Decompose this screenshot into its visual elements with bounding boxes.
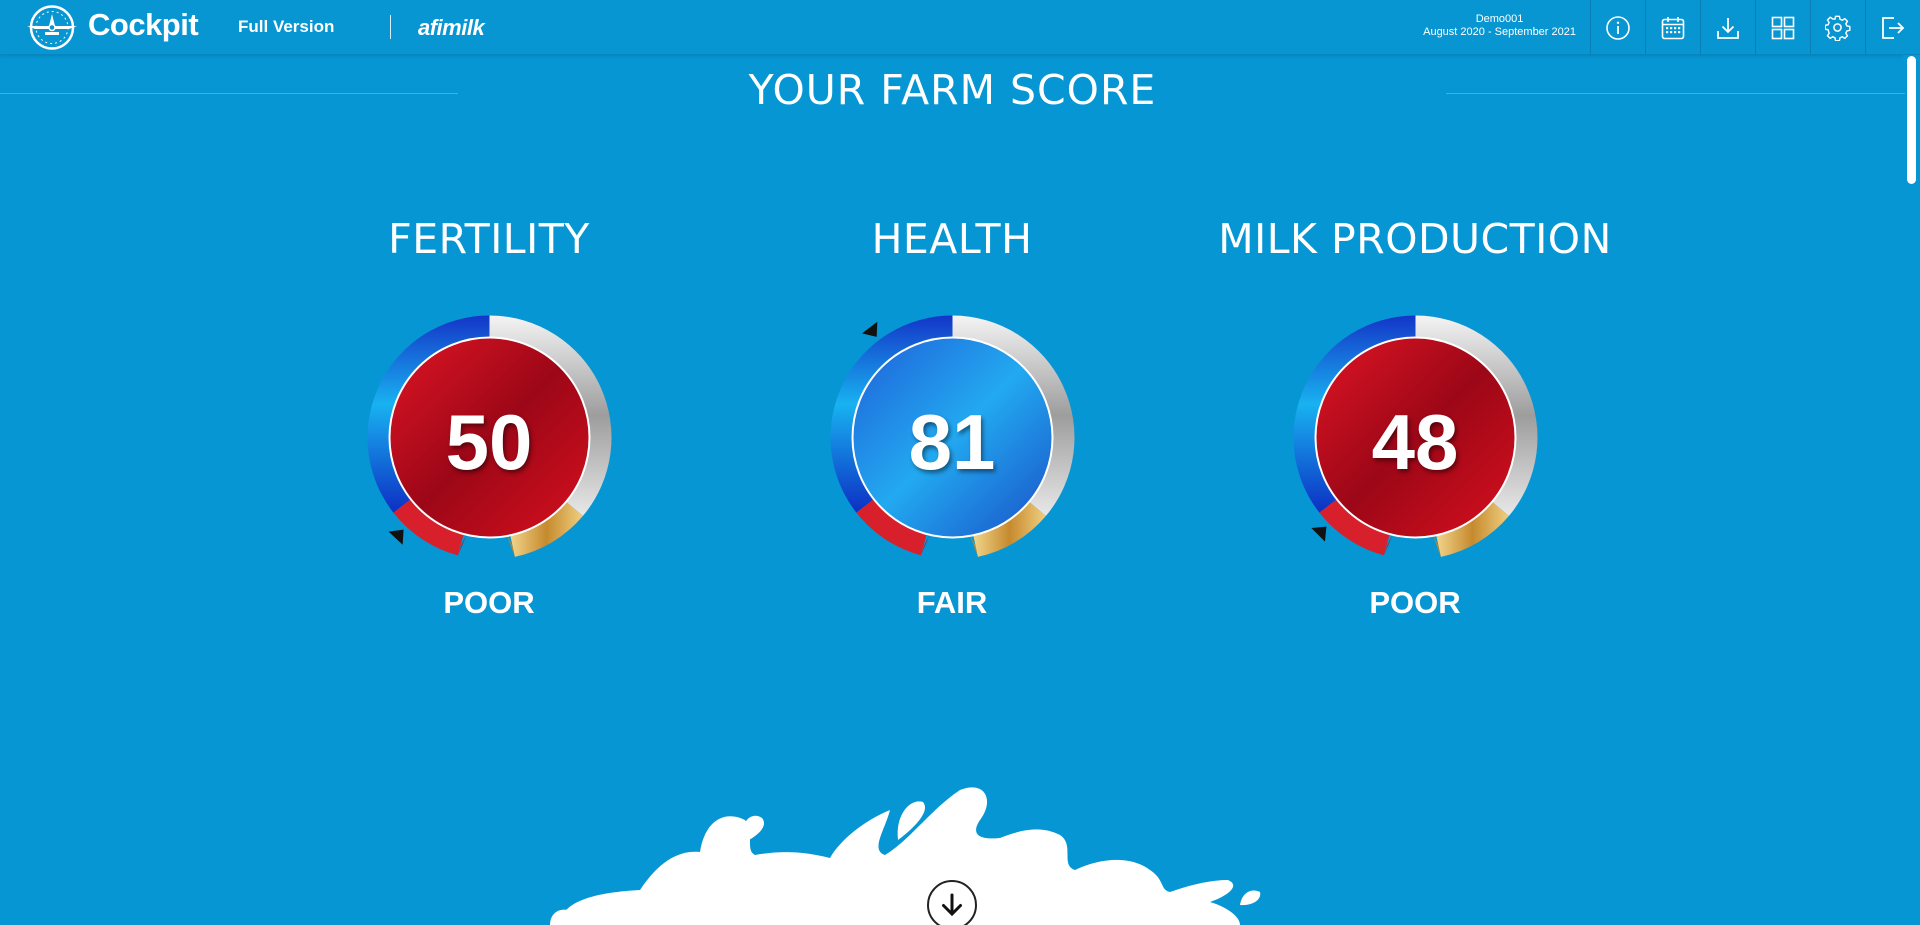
score-card-health[interactable]: HEALTH 81 FAIR	[742, 215, 1162, 621]
gauge-pointer-icon	[861, 321, 877, 337]
header-divider	[390, 15, 391, 39]
score-value: 81	[908, 398, 996, 486]
gear-icon	[1825, 15, 1851, 41]
farm-info[interactable]: Demo001 August 2020 - September 2021	[1423, 13, 1576, 39]
score-gauge[interactable]: 48	[1293, 315, 1538, 560]
info-button[interactable]	[1590, 0, 1645, 55]
score-gauge[interactable]: 50	[367, 315, 612, 560]
score-rating: POOR	[1369, 585, 1461, 620]
scrollbar-track[interactable]	[1903, 55, 1920, 925]
cockpit-logo-icon[interactable]	[25, 4, 79, 51]
logout-button[interactable]	[1865, 0, 1920, 55]
farm-name: Demo001	[1475, 13, 1524, 25]
dashboard-grid-button[interactable]	[1755, 0, 1810, 55]
score-rating: POOR	[443, 585, 535, 620]
score-rating: FAIR	[916, 585, 988, 620]
version-label: Full Version	[238, 17, 335, 36]
date-range: August 2020 - September 2021	[1423, 26, 1576, 38]
info-icon	[1606, 15, 1630, 40]
grid-icon	[1771, 16, 1795, 39]
logout-icon	[1882, 16, 1905, 39]
afimilk-logo[interactable]: afimilk	[418, 15, 485, 41]
calendar-button[interactable]	[1645, 0, 1700, 55]
download-button[interactable]	[1700, 0, 1755, 55]
gauge-pointer-icon	[1310, 526, 1326, 542]
score-card-title: FERTILITY	[388, 215, 590, 263]
toolbar	[1590, 0, 1920, 55]
score-card-milk-production[interactable]: MILK PRODUCTION 48 POOR	[1205, 215, 1625, 621]
score-value: 48	[1371, 398, 1459, 486]
score-card-fertility[interactable]: FERTILITY 50 POOR	[279, 215, 699, 621]
top-bar: Cockpit Full Version afimilk Demo001 Aug…	[0, 0, 1920, 55]
calendar-icon	[1661, 16, 1685, 39]
score-card-title: MILK PRODUCTION	[1218, 215, 1612, 263]
arrow-down-icon	[942, 893, 962, 917]
scrollbar-thumb[interactable]	[1907, 56, 1916, 184]
settings-button[interactable]	[1810, 0, 1865, 55]
gauge-pointer-icon	[388, 529, 404, 545]
score-value: 50	[445, 398, 533, 486]
page-title: YOUR FARM SCORE	[748, 66, 1157, 114]
score-gauge[interactable]: 81	[830, 315, 1075, 560]
download-icon	[1717, 17, 1739, 39]
score-card-title: HEALTH	[871, 215, 1033, 263]
brand-title: Cockpit	[88, 7, 199, 42]
scroll-down-button[interactable]	[927, 880, 977, 925]
